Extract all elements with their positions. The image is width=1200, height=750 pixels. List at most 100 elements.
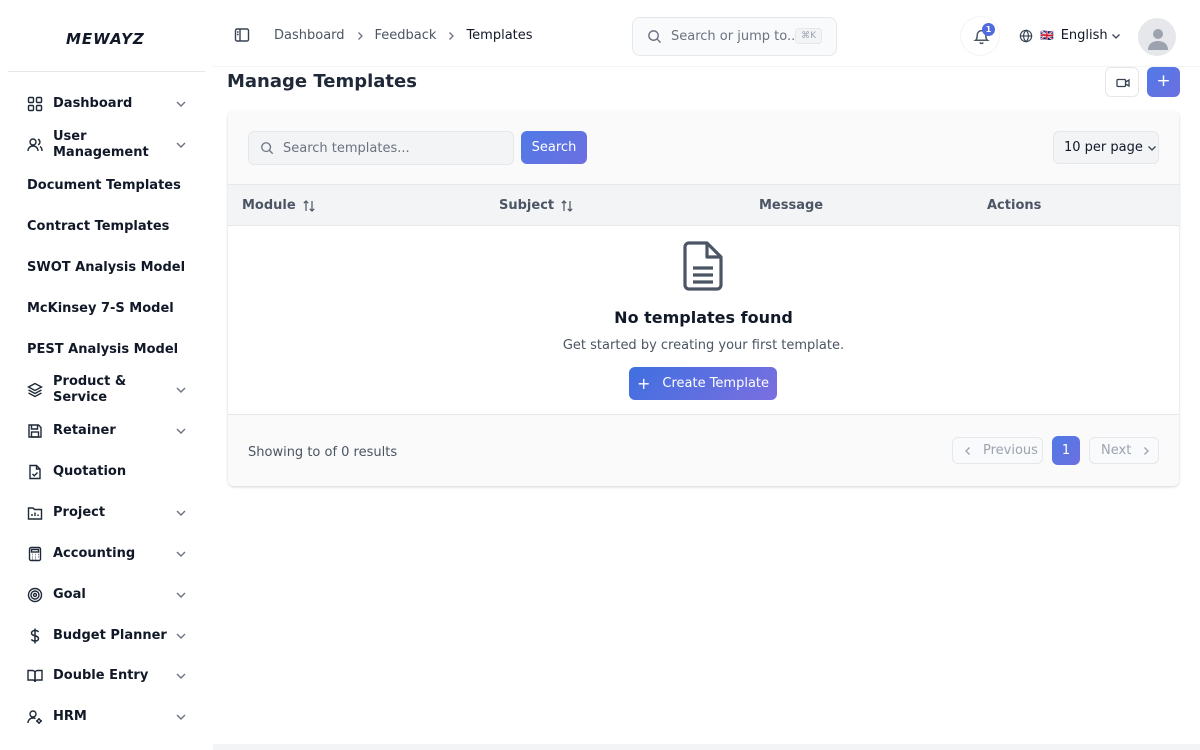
page-title: Manage Templates xyxy=(227,71,417,92)
column-subject[interactable]: Subject xyxy=(499,198,574,213)
templates-card: Search 10 per page Module Subject Messag… xyxy=(228,111,1179,486)
sidebar-item-product-service[interactable]: Product & Service xyxy=(27,374,187,406)
sidebar-item-pest-analysis[interactable]: PEST Analysis Model xyxy=(27,342,187,358)
sidebar-item-hrm[interactable]: HRM xyxy=(27,709,187,725)
file-check-icon xyxy=(29,464,41,480)
page-1-button[interactable]: 1 xyxy=(1052,436,1080,465)
video-tutorial-button[interactable] xyxy=(1105,67,1139,97)
sidebar-item-project[interactable]: Project xyxy=(27,505,187,521)
card-toolbar: Search 10 per page xyxy=(228,111,1179,185)
sidebar-item-label: Dashboard xyxy=(53,96,133,111)
calculator-icon xyxy=(28,546,42,562)
breadcrumb-feedback[interactable]: Feedback xyxy=(375,28,437,43)
chevron-right-icon xyxy=(1144,446,1150,455)
chevron-down-icon xyxy=(176,387,186,393)
chevron-right-icon xyxy=(357,31,363,40)
sidebar-item-accounting[interactable]: Accounting xyxy=(27,546,187,562)
column-label: Module xyxy=(242,198,296,213)
column-label: Actions xyxy=(987,198,1042,213)
logo-divider xyxy=(8,71,205,72)
previous-label: Previous xyxy=(983,443,1038,458)
sidebar-item-label: SWOT Analysis Model xyxy=(27,260,186,275)
sidebar-item-label: Quotation xyxy=(53,464,127,479)
layers-icon xyxy=(27,382,43,398)
notification-badge: 1 xyxy=(982,23,995,36)
user-avatar[interactable] xyxy=(1138,18,1176,56)
column-label: Subject xyxy=(499,198,555,213)
sidebar-item-dashboard[interactable]: Dashboard xyxy=(27,96,187,112)
document-icon xyxy=(683,241,723,291)
chevron-down-icon xyxy=(176,592,186,598)
grid-icon xyxy=(27,96,43,112)
results-summary: Showing to of 0 results xyxy=(248,445,398,460)
column-label: Message xyxy=(759,198,824,213)
empty-state-subtitle: Get started by creating your first templ… xyxy=(562,338,845,353)
sidebar-item-quotation[interactable]: Quotation xyxy=(27,464,187,480)
template-search-input[interactable] xyxy=(283,140,503,156)
sidebar-item-label: Project xyxy=(53,505,106,520)
sidebar-toggle-icon[interactable] xyxy=(234,27,250,43)
sidebar-item-label: Budget Planner xyxy=(53,628,167,643)
language-selector[interactable]: 🇬🇧 English xyxy=(1019,28,1121,43)
chevron-right-icon xyxy=(449,31,455,40)
sidebar-item-label: HRM xyxy=(53,709,87,724)
dollar-icon xyxy=(30,628,40,644)
search-icon xyxy=(261,142,274,155)
folder-chart-icon xyxy=(27,507,43,520)
column-actions: Actions xyxy=(987,198,1041,213)
globe-icon xyxy=(1019,29,1033,42)
brand-logo[interactable]: MEWAYZ xyxy=(66,30,145,48)
sidebar-item-label: Goal xyxy=(53,587,86,602)
video-icon xyxy=(1116,78,1130,88)
sidebar-item-double-entry[interactable]: Double Entry xyxy=(27,668,187,684)
sidebar-item-user-management[interactable]: User Management xyxy=(27,129,187,161)
sidebar-item-mckinsey-7s[interactable]: McKinsey 7-S Model xyxy=(27,301,187,317)
search-placeholder: Search or jump to... xyxy=(671,29,800,44)
plus-icon: + xyxy=(636,374,651,393)
breadcrumb: Dashboard Feedback Templates xyxy=(274,28,533,43)
sidebar-item-label: User Management xyxy=(53,129,149,160)
sidebar-item-label: Double Entry xyxy=(53,668,149,683)
sidebar: MEWAYZ Dashboard User Management Documen… xyxy=(0,0,213,750)
search-button[interactable]: Search xyxy=(521,131,587,164)
language-label: English xyxy=(1060,28,1108,43)
sort-icon xyxy=(561,199,573,212)
sidebar-item-label: Product & Service xyxy=(53,374,127,405)
create-template-label: Create Template xyxy=(662,376,770,391)
pagination-bar: Showing to of 0 results Previous 1 Next xyxy=(228,414,1179,486)
main-bottom-gutter xyxy=(213,744,1200,750)
global-search-input[interactable]: Search or jump to... ⌘K xyxy=(632,17,837,56)
save-icon xyxy=(28,424,42,438)
shortcut-hint: ⌘K xyxy=(795,28,822,44)
target-icon xyxy=(27,587,43,603)
sidebar-item-retainer[interactable]: Retainer xyxy=(27,423,187,439)
chevron-down-icon xyxy=(176,101,186,107)
chevron-down-icon xyxy=(176,714,186,720)
chevron-down-icon xyxy=(1111,33,1120,39)
next-page-button[interactable]: Next xyxy=(1089,437,1159,464)
users-icon xyxy=(27,138,43,152)
book-open-icon xyxy=(27,669,43,683)
add-template-button[interactable]: + xyxy=(1147,67,1180,97)
sidebar-item-goal[interactable]: Goal xyxy=(27,587,187,603)
empty-state-title: No templates found xyxy=(614,308,793,327)
sidebar-item-label: PEST Analysis Model xyxy=(27,342,179,357)
previous-page-button[interactable]: Previous xyxy=(952,437,1043,464)
per-page-value: 10 per page xyxy=(1064,140,1143,155)
sidebar-item-budget-planner[interactable]: Budget Planner xyxy=(27,628,187,644)
sidebar-item-document-templates[interactable]: Document Templates xyxy=(27,178,187,194)
sort-icon xyxy=(303,199,315,212)
breadcrumb-dashboard[interactable]: Dashboard xyxy=(274,28,345,43)
column-module[interactable]: Module xyxy=(242,198,316,213)
create-template-button[interactable]: + Create Template xyxy=(629,367,777,400)
chevron-down-icon xyxy=(176,633,186,639)
sidebar-item-label: Contract Templates xyxy=(27,219,170,234)
chevron-down-icon xyxy=(1147,145,1156,151)
sidebar-item-label: McKinsey 7-S Model xyxy=(27,301,174,316)
template-search-field[interactable] xyxy=(248,131,514,165)
sidebar-item-contract-templates[interactable]: Contract Templates xyxy=(27,219,187,235)
notifications-button[interactable]: 1 xyxy=(960,16,1000,56)
per-page-select[interactable]: 10 per page xyxy=(1053,131,1159,164)
sidebar-item-swot-analysis[interactable]: SWOT Analysis Model xyxy=(27,260,187,276)
chevron-down-icon xyxy=(176,142,186,148)
